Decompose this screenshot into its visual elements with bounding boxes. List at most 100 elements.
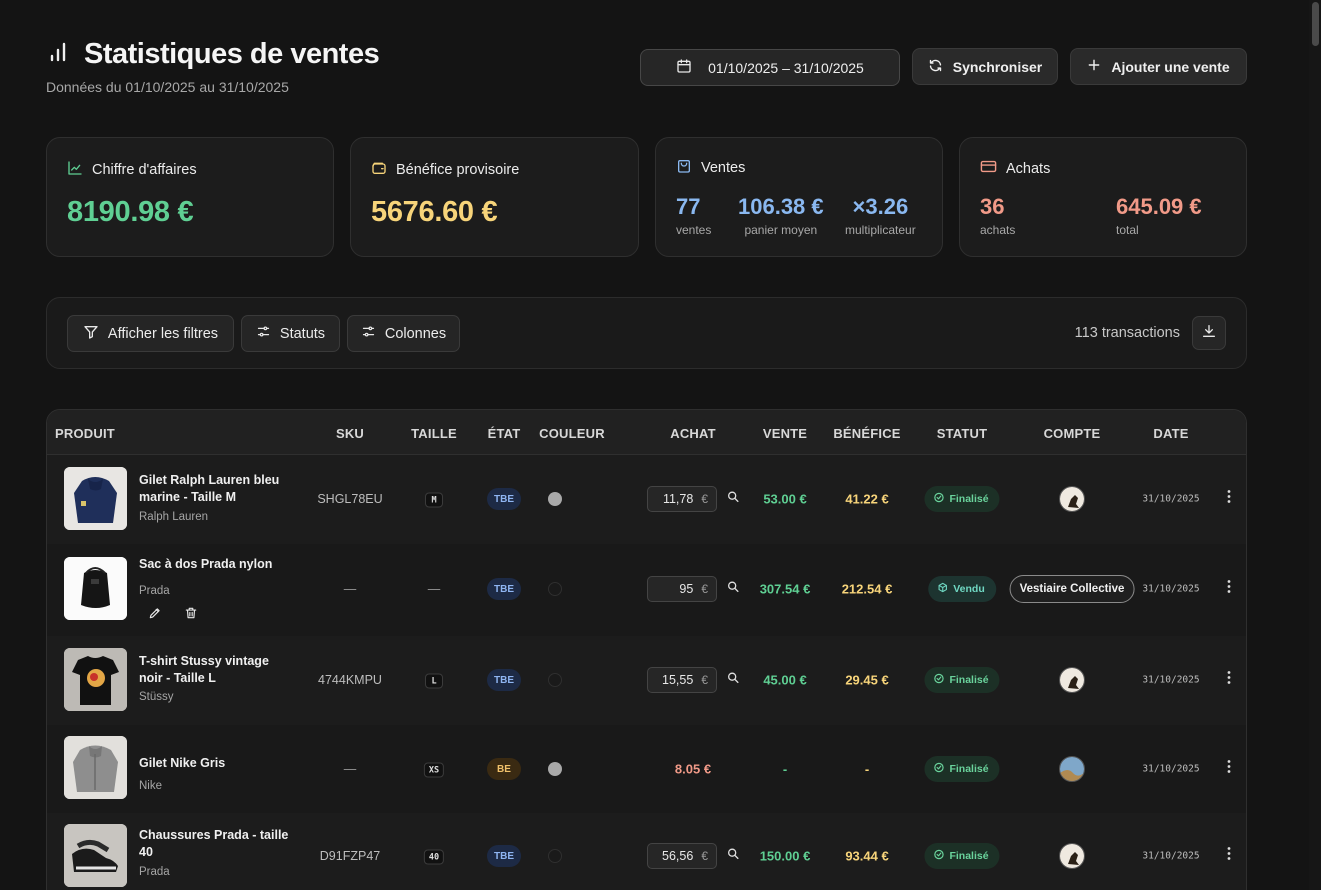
status-badge[interactable]: Finalisé <box>924 756 1000 782</box>
purchase-price-input[interactable]: 15,55 € <box>647 667 717 693</box>
condition-badge: TBE <box>487 578 521 600</box>
col-header-sale[interactable]: VENTE <box>763 426 807 441</box>
sku: — <box>343 762 357 776</box>
profit-value: 29.45 € <box>845 672 889 688</box>
account-avatar[interactable] <box>1059 486 1085 512</box>
condition-badge: BE <box>487 758 521 780</box>
more-vertical-icon[interactable] <box>1227 760 1231 779</box>
status-badge[interactable]: Finalisé <box>924 667 1000 693</box>
package-icon <box>937 582 948 596</box>
col-header-date[interactable]: DATE <box>1153 426 1188 441</box>
sync-button[interactable]: Synchroniser <box>912 48 1058 85</box>
calendar-icon <box>676 58 692 77</box>
table-row[interactable]: Sac à dos Prada nylon Prada — — TBE 95 € … <box>47 544 1246 636</box>
account-avatar[interactable] <box>1059 667 1085 693</box>
account-avatar[interactable] <box>1059 843 1085 869</box>
purchases-count-label: achats <box>980 223 1016 237</box>
purchases-count-metric: 36 achats <box>980 194 1015 237</box>
purchase-price-input[interactable]: 11,78 € <box>647 486 717 512</box>
multiplier-value: ×3.26 <box>852 194 909 219</box>
page-header: Statistiques de ventes <box>46 38 380 71</box>
columns-button[interactable]: Colonnes <box>347 315 460 352</box>
show-filters-button[interactable]: Afficher les filtres <box>67 315 234 352</box>
col-header-product[interactable]: PRODUIT <box>55 426 115 441</box>
table-row[interactable]: Chaussures Prada - taille 40 Prada D91FZ… <box>47 813 1246 890</box>
search-icon[interactable] <box>727 580 740 598</box>
sale-price: 53.00 € <box>763 491 807 507</box>
more-vertical-icon[interactable] <box>1227 580 1231 599</box>
table-row[interactable]: Gilet Ralph Lauren bleu marine - Taille … <box>47 455 1246 544</box>
sku: D91FZP47 <box>319 849 381 863</box>
col-header-size[interactable]: TAILLE <box>411 426 457 441</box>
sales-count-label: ventes <box>676 223 712 237</box>
product-thumbnail[interactable] <box>64 467 127 530</box>
statuses-button[interactable]: Statuts <box>241 315 340 352</box>
check-circle-icon <box>933 849 944 863</box>
product-thumbnail[interactable] <box>64 736 127 799</box>
table-row[interactable]: Gilet Nike Gris Nike — XS BE 8.05 € - - … <box>47 725 1246 813</box>
download-icon <box>1201 323 1217 344</box>
profit-title: Bénéfice provisoire <box>396 162 520 178</box>
search-icon[interactable] <box>727 671 740 689</box>
sale-date: 31/10/2025 <box>1142 763 1200 775</box>
col-header-profit[interactable]: BÉNÉFICE <box>833 426 900 441</box>
status-label: Finalisé <box>949 763 989 775</box>
more-vertical-icon[interactable] <box>1227 490 1231 509</box>
purchase-price-input[interactable]: 56,56 € <box>647 843 717 869</box>
col-header-color[interactable]: COULEUR <box>539 426 605 441</box>
account-name-badge[interactable]: Vestiaire Collective <box>1009 575 1135 603</box>
more-vertical-icon[interactable] <box>1227 847 1231 866</box>
edit-pencil-icon[interactable] <box>148 606 162 625</box>
purchase-price-value: 56,56 <box>662 849 694 863</box>
col-header-status[interactable]: STATUT <box>937 426 988 441</box>
purchase-price-input[interactable]: 95 € <box>647 576 717 602</box>
status-badge[interactable]: Finalisé <box>924 843 1000 869</box>
product-brand: Nike <box>139 780 163 792</box>
status-badge[interactable]: Finalisé <box>924 486 1000 512</box>
color-swatch <box>548 762 562 776</box>
status-label: Finalisé <box>949 850 989 862</box>
product-thumbnail[interactable] <box>64 824 127 887</box>
scrollbar-thumb[interactable] <box>1312 2 1319 46</box>
sales-table: PRODUIT SKU TAILLE ÉTAT COULEUR ACHAT VE… <box>46 409 1247 890</box>
table-row[interactable]: T-shirt Stussy vintage noir - Taille L S… <box>47 636 1246 725</box>
sku: SHGL78EU <box>317 492 383 506</box>
currency-unit: € <box>701 492 708 506</box>
product-brand: Prada <box>139 866 170 878</box>
sliders-icon <box>256 324 271 343</box>
export-button[interactable] <box>1192 316 1226 350</box>
purchases-card: Achats 36 achats 645.09 € total <box>959 137 1247 257</box>
filter-bar: Afficher les filtres Statuts Colonnes 11… <box>46 297 1247 369</box>
add-sale-button[interactable]: Ajouter une vente <box>1070 48 1247 85</box>
trash-icon[interactable] <box>184 606 198 625</box>
statuses-label: Statuts <box>279 325 326 342</box>
check-circle-icon <box>933 762 944 776</box>
page-scrollbar[interactable] <box>1309 0 1321 890</box>
product-thumbnail[interactable] <box>64 557 127 620</box>
currency-unit: € <box>701 849 708 863</box>
filter-icon <box>83 324 99 344</box>
col-header-account[interactable]: COMPTE <box>1044 426 1101 441</box>
check-circle-icon <box>933 492 944 506</box>
search-icon[interactable] <box>727 490 740 508</box>
trending-up-icon <box>67 160 83 180</box>
condition-badge: TBE <box>487 845 521 867</box>
product-name: Gilet Nike Gris <box>139 756 226 770</box>
product-thumbnail[interactable] <box>64 648 127 711</box>
account-avatar[interactable] <box>1059 756 1085 782</box>
search-icon[interactable] <box>727 847 740 865</box>
date-range-picker[interactable]: 01/10/2025 – 31/10/2025 <box>640 49 900 86</box>
product-brand: Stüssy <box>139 691 174 703</box>
sales-count-metric: 77 ventes <box>676 194 711 237</box>
profit-value: 41.22 € <box>845 491 889 507</box>
product-name: T-shirt Stussy vintage noir - Taille L <box>139 654 269 685</box>
purchase-price-value: 11,78 <box>662 492 694 506</box>
col-header-condition[interactable]: ÉTAT <box>488 426 521 441</box>
col-header-purchase[interactable]: ACHAT <box>670 426 716 441</box>
page-title: Statistiques de ventes <box>84 38 380 70</box>
product-name: Chaussures Prada - taille 40 <box>139 828 289 859</box>
purchases-total-metric: 645.09 € total <box>1116 194 1202 237</box>
more-vertical-icon[interactable] <box>1227 671 1231 690</box>
status-badge[interactable]: Vendu <box>928 576 996 602</box>
col-header-sku[interactable]: SKU <box>336 426 364 441</box>
